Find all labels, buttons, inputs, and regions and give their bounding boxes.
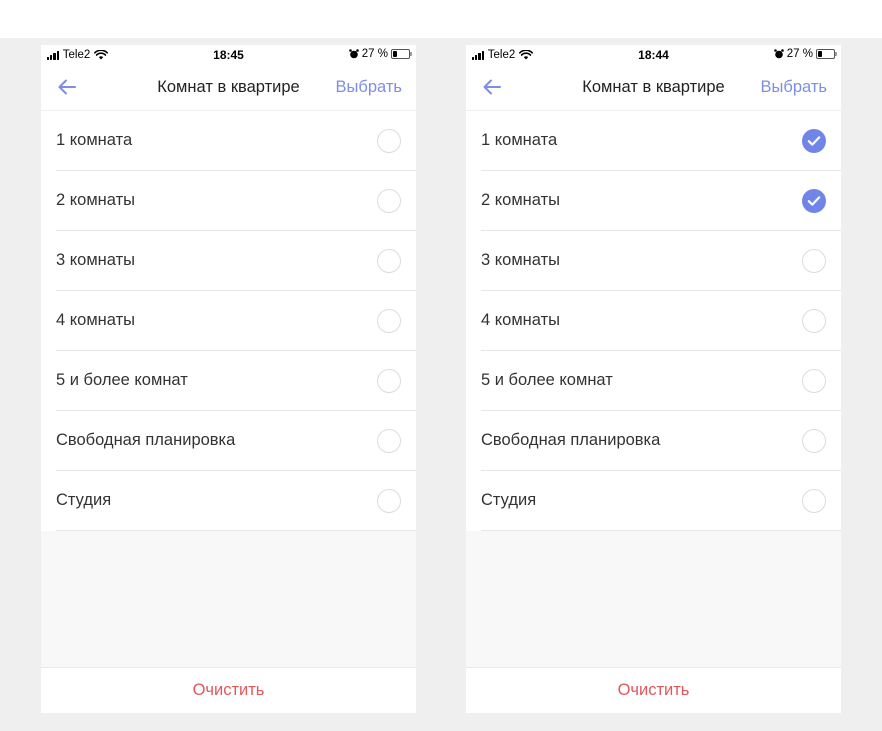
status-bar: Tele2 18:45 27 % [41, 45, 416, 65]
option-row[interactable]: 2 комнаты [466, 171, 841, 231]
select-button[interactable]: Выбрать [336, 78, 402, 97]
option-label: 5 и более комнат [481, 371, 613, 389]
screen-after: Tele2 18:44 27 % Комнат в квартире Выбра… [466, 45, 841, 713]
option-row[interactable]: 2 комнаты [41, 171, 416, 231]
checkbox-unchecked-icon[interactable] [802, 489, 826, 513]
option-row[interactable]: Свободная планировка [41, 411, 416, 471]
option-row[interactable]: 3 комнаты [41, 231, 416, 291]
checkmark-icon [807, 196, 821, 206]
nav-bar: Комнат в квартире Выбрать [41, 65, 416, 111]
option-label: 5 и более комнат [56, 371, 188, 389]
option-row[interactable]: 1 комната [466, 111, 841, 171]
option-label: 3 комнаты [56, 251, 136, 269]
option-row[interactable]: Студия [466, 471, 841, 531]
checkbox-unchecked-icon[interactable] [802, 309, 826, 333]
option-label: Свободная планировка [481, 431, 661, 449]
select-button[interactable]: Выбрать [761, 78, 827, 97]
footer: Очистить [466, 667, 841, 713]
checkbox-unchecked-icon[interactable] [377, 309, 401, 333]
option-row[interactable]: 1 комната [41, 111, 416, 171]
clear-button[interactable]: Очистить [41, 681, 416, 700]
option-row[interactable]: 5 и более комнат [466, 351, 841, 411]
checkbox-checked-icon[interactable] [802, 189, 826, 213]
checkbox-unchecked-icon[interactable] [802, 429, 826, 453]
option-row[interactable]: 4 комнаты [41, 291, 416, 351]
checkbox-unchecked-icon[interactable] [377, 129, 401, 153]
options-list: 1 комната 2 комнаты 3 комнаты 4 комнаты [466, 111, 841, 531]
checkbox-unchecked-icon[interactable] [377, 249, 401, 273]
option-row[interactable]: 3 комнаты [466, 231, 841, 291]
battery-icon [391, 49, 412, 59]
options-list: 1 комната 2 комнаты 3 комнаты 4 комнаты … [41, 111, 416, 531]
option-row[interactable]: 4 комнаты [466, 291, 841, 351]
checkbox-unchecked-icon[interactable] [377, 489, 401, 513]
screen-before: Tele2 18:45 27 % Комнат в квартире Выбра… [41, 45, 416, 713]
checkbox-checked-icon[interactable] [802, 129, 826, 153]
checkbox-unchecked-icon[interactable] [377, 429, 401, 453]
option-label: 3 комнаты [481, 251, 561, 269]
checkmark-icon [807, 136, 821, 146]
checkbox-unchecked-icon[interactable] [377, 369, 401, 393]
option-row[interactable]: Свободная планировка [466, 411, 841, 471]
option-label: 4 комнаты [56, 311, 136, 329]
option-label: Студия [56, 491, 112, 509]
option-label: 2 комнаты [481, 191, 561, 209]
option-row[interactable]: Студия [41, 471, 416, 531]
checkbox-unchecked-icon[interactable] [377, 189, 401, 213]
option-label: Свободная планировка [56, 431, 236, 449]
clear-button[interactable]: Очистить [466, 681, 841, 700]
battery-icon [816, 49, 837, 59]
status-bar: Tele2 18:44 27 % [466, 45, 841, 65]
alarm-icon [773, 49, 784, 59]
option-label: 1 комната [56, 131, 133, 149]
battery-percent: 27 % [786, 48, 813, 60]
footer: Очистить [41, 667, 416, 713]
option-label: 4 комнаты [481, 311, 561, 329]
checkbox-unchecked-icon[interactable] [802, 249, 826, 273]
nav-bar: Комнат в квартире Выбрать [466, 65, 841, 111]
option-label: 2 комнаты [56, 191, 136, 209]
alarm-icon [348, 49, 359, 59]
option-label: 1 комната [481, 131, 558, 149]
option-row[interactable]: 5 и более комнат [41, 351, 416, 411]
option-label: Студия [481, 491, 537, 509]
checkbox-unchecked-icon[interactable] [802, 369, 826, 393]
battery-percent: 27 % [361, 48, 388, 60]
